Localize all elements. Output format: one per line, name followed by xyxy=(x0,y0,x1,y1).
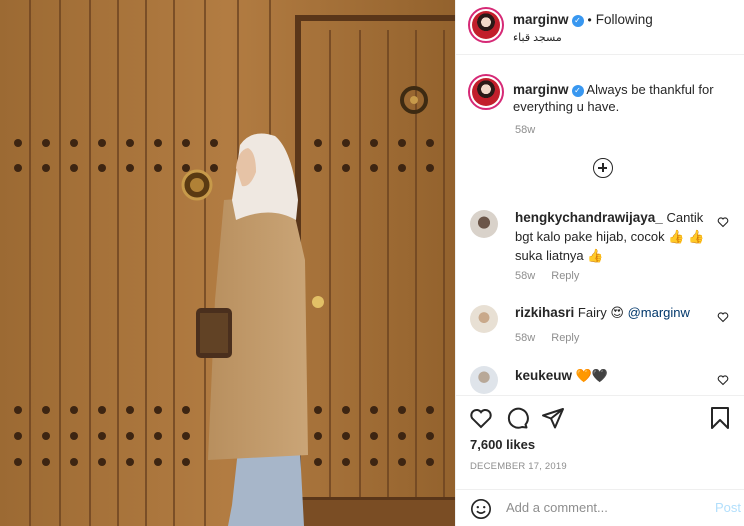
bookmark-icon[interactable] xyxy=(708,406,732,430)
commenter-username[interactable]: rizkihasri xyxy=(515,305,574,320)
post-photo[interactable] xyxy=(0,0,455,526)
add-comment-bar: Post xyxy=(456,489,744,526)
add-comment-input[interactable] xyxy=(506,500,686,515)
comment-body: keukeuw 🧡🖤 xyxy=(515,366,715,385)
comment-body: rizkihasri Fairy 😍 @marginw xyxy=(515,303,715,322)
comment-meta: 58w Reply xyxy=(515,332,579,344)
commenter-avatar[interactable] xyxy=(470,305,498,333)
comment-time[interactable]: 58w xyxy=(515,332,535,344)
post-header: marginw ✓ • Following مسجد قباء xyxy=(456,0,744,55)
commenter-avatar[interactable] xyxy=(470,366,498,394)
verified-badge-icon: ✓ xyxy=(571,85,584,97)
caption-time[interactable]: 58w xyxy=(515,124,535,136)
verified-badge-icon: ✓ xyxy=(571,15,584,27)
post-location[interactable]: مسجد قباء xyxy=(513,31,562,44)
separator-dot: • xyxy=(587,13,592,27)
author-avatar[interactable] xyxy=(468,7,504,43)
author-username[interactable]: marginw xyxy=(513,12,569,27)
smiley-icon[interactable] xyxy=(470,498,492,520)
caption-avatar[interactable] xyxy=(468,74,504,110)
comment-text: 🧡🖤 xyxy=(575,368,609,383)
comment-time[interactable]: 58w xyxy=(515,270,535,282)
like-comment-heart-icon[interactable] xyxy=(717,374,729,386)
comment-text: Fairy 😍 xyxy=(577,305,628,320)
following-button[interactable]: Following xyxy=(596,12,653,27)
post-photo-illustration xyxy=(0,0,455,526)
caption-username[interactable]: marginw xyxy=(513,82,569,97)
load-more-icon[interactable] xyxy=(593,158,613,178)
like-comment-heart-icon[interactable] xyxy=(717,216,729,228)
commenter-username[interactable]: keukeuw xyxy=(515,368,572,383)
post-actions: 7,600 likes DECEMBER 17, 2019 Post xyxy=(456,395,744,526)
comment-body: hengkychandrawijaya_ Cantik bgt kalo pak… xyxy=(515,208,715,265)
comment-mention[interactable]: @marginw xyxy=(628,305,690,320)
comment-meta: 58w Reply xyxy=(515,270,579,282)
share-icon[interactable] xyxy=(541,406,565,430)
heart-icon[interactable] xyxy=(469,406,493,430)
post-date[interactable]: DECEMBER 17, 2019 xyxy=(470,461,567,472)
author-line: marginw ✓ • Following xyxy=(513,12,653,27)
commenter-username[interactable]: hengkychandrawijaya_ xyxy=(515,210,663,225)
post-comment-button[interactable]: Post xyxy=(715,500,741,515)
reply-button[interactable]: Reply xyxy=(551,332,579,344)
comment-icon[interactable] xyxy=(505,406,529,430)
like-comment-heart-icon[interactable] xyxy=(717,311,729,323)
like-count[interactable]: 7,600 likes xyxy=(470,437,535,452)
caption-body: marginw ✓ Always be thankful for everythi… xyxy=(513,81,733,115)
post-details-panel: marginw ✓ • Following مسجد قباء marginw ✓ Al… xyxy=(455,0,744,526)
reply-button[interactable]: Reply xyxy=(551,270,579,282)
commenter-avatar[interactable] xyxy=(470,210,498,238)
